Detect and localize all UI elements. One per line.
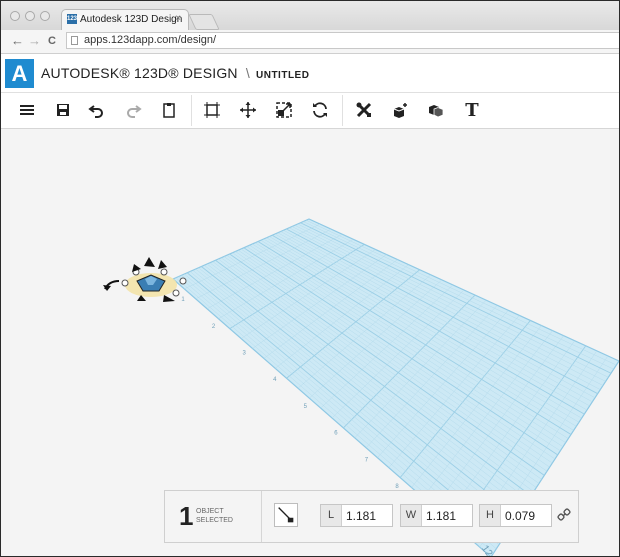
clipboard-icon	[163, 103, 175, 118]
tools-icon	[356, 102, 372, 118]
combine-button[interactable]	[424, 99, 448, 121]
tab-close-icon[interactable]: ×	[175, 13, 181, 24]
grid-axis-label: 6	[334, 431, 338, 437]
link-icon[interactable]	[557, 508, 571, 522]
url-field[interactable]: apps.123dapp.com/design/	[66, 32, 619, 49]
new-tab-button[interactable]	[188, 14, 220, 30]
browser-tab[interactable]: 123D Autodesk 123D Design ×	[61, 9, 189, 30]
paste-button[interactable]	[157, 99, 181, 121]
scale-button[interactable]	[272, 99, 296, 121]
length-label: L	[321, 505, 342, 526]
address-bar: ← → C apps.123dapp.com/design/	[1, 30, 619, 54]
width-field[interactable]: W 1.181	[400, 504, 473, 527]
material-icon	[278, 507, 294, 523]
title-separator: \	[245, 65, 250, 81]
height-field[interactable]: H 0.079	[479, 504, 552, 527]
material-picker-button[interactable]	[274, 503, 298, 527]
bounding-box-icon	[204, 102, 220, 118]
height-label: H	[480, 505, 501, 526]
grid-axis-label: 7	[365, 457, 369, 463]
width-value[interactable]: 1.181	[426, 509, 456, 523]
page-icon	[71, 36, 78, 45]
menu-button[interactable]	[15, 99, 39, 121]
move-icon	[240, 102, 256, 118]
combine-icon	[429, 105, 444, 118]
save-icon	[57, 104, 69, 116]
height-value[interactable]: 0.079	[505, 509, 535, 523]
primitives-icon	[393, 103, 407, 118]
app-header: A AUTODESK® 123D® DESIGN \ UNTITLED	[1, 54, 619, 93]
length-value[interactable]: 1.181	[346, 509, 376, 523]
text-tool-button[interactable]: T	[460, 99, 484, 121]
scale-icon	[276, 102, 292, 118]
tab-title: Autodesk 123D Design	[80, 14, 183, 25]
menu-icon	[20, 105, 34, 115]
close-window-button[interactable]	[10, 11, 20, 21]
redo-icon	[127, 105, 142, 118]
grid-axis-label: 1	[181, 297, 185, 303]
app-title: AUTODESK® 123D® DESIGN \ UNTITLED	[41, 65, 309, 81]
main-toolbar: T	[1, 93, 619, 129]
inspector-divider	[261, 491, 262, 542]
zoom-window-button[interactable]	[40, 11, 50, 21]
redo-button[interactable]	[121, 99, 145, 121]
move-button[interactable]	[236, 99, 260, 121]
toolbar-divider	[342, 95, 343, 126]
favicon-icon: 123D	[67, 14, 82, 24]
browser-window: 123D Autodesk 123D Design × ← → C apps.1…	[0, 0, 620, 557]
document-title: UNTITLED	[256, 70, 310, 81]
url-text: apps.123dapp.com/design/	[84, 34, 217, 46]
forward-button[interactable]: →	[28, 33, 41, 48]
reload-button[interactable]: C	[48, 35, 56, 47]
undo-button[interactable]	[85, 99, 109, 121]
grid-axis-label: 4	[273, 377, 277, 383]
selection-label: OBJECT SELECTED	[196, 508, 233, 524]
selected-object[interactable]	[103, 257, 187, 302]
grid-axis-label: 3	[243, 351, 247, 357]
undo-icon	[88, 105, 103, 118]
selection-inspector: 1 OBJECT SELECTED L 1.181 W 1.181 H 0.07…	[164, 490, 579, 543]
autodesk-logo: A	[5, 59, 34, 88]
tab-strip: 123D Autodesk 123D Design ×	[1, 1, 619, 31]
primitives-button[interactable]	[388, 99, 412, 121]
toolbar-divider	[191, 95, 192, 126]
bounding-box-button[interactable]	[200, 99, 224, 121]
rotate-icon	[313, 102, 327, 118]
save-button[interactable]	[51, 99, 75, 121]
grid-axis-label: 5	[304, 404, 308, 410]
width-label: W	[401, 505, 422, 526]
brand-name: AUTODESK® 123D® DESIGN	[41, 65, 238, 81]
grid-axis-label: 2	[212, 324, 216, 330]
rotate-button[interactable]	[308, 99, 332, 121]
tools-button[interactable]	[352, 99, 376, 121]
selection-count: 1	[179, 501, 194, 531]
length-field[interactable]: L 1.181	[320, 504, 393, 527]
back-button[interactable]: ←	[11, 33, 24, 48]
minimize-window-button[interactable]	[25, 11, 35, 21]
